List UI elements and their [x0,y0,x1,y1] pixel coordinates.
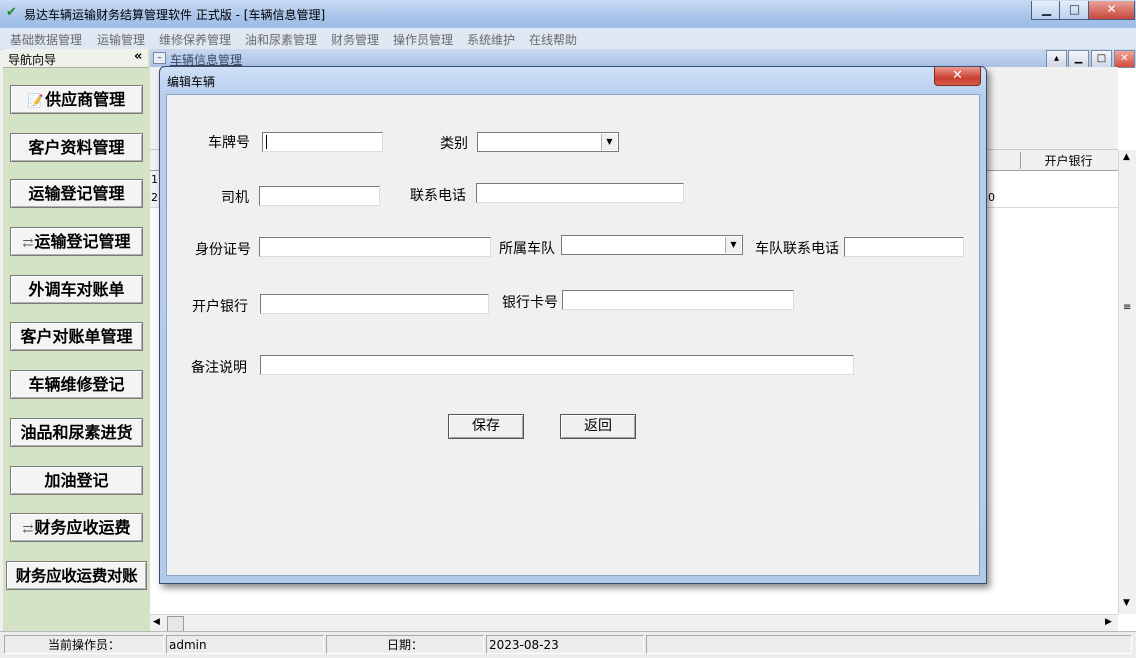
category-label: 类别 [440,136,468,152]
phone-input[interactable] [476,183,684,203]
app-check-icon: ✔ [6,5,17,20]
menu-bar: 基础数据管理 运输管理 维修保养管理 油和尿素管理 财务管理 操作员管理 系统维… [0,28,1136,50]
window-title: 易达车辆运输财务结算管理软件 正式版 - [车辆信息管理] [24,8,326,22]
nav-external-vehicle-button[interactable]: 外调车对账单 [10,275,143,304]
horizontal-scrollbar[interactable]: ◀ ▶ [150,614,1118,632]
plate-input[interactable] [262,132,383,152]
dropdown-arrow-icon[interactable]: ▼ [725,237,741,253]
child-title-bar: – 车辆信息管理 ▴ ▁ □ ✕ [150,49,1136,68]
date-value: 2023-08-23 [486,635,644,654]
nav-label: 财务应收运费 [34,518,131,537]
dialog-body: 车牌号 类别 ▼ 司机 联系电话 身份证号 所属车队 ▼ 车队联系电话 开户银行… [166,94,980,576]
vertical-scrollbar[interactable]: ▲ ≡ ▼ [1118,150,1136,614]
menu-basic-data[interactable]: 基础数据管理 [10,31,82,48]
date-label: 日期： [326,635,484,654]
scroll-grip-icon: ≡ [1123,302,1132,313]
scroll-left-icon[interactable]: ◀ [153,617,160,627]
bank-card-label: 银行卡号 [502,295,558,311]
nav-oil-purchase-button[interactable]: 油品和尿素进货 [10,418,143,447]
back-button[interactable]: 返回 [560,414,636,439]
status-bar: 当前操作员： admin 日期： 2023-08-23 [0,631,1136,658]
menu-operator[interactable]: 操作员管理 [393,31,453,48]
nav-customer-button[interactable]: 客户资料管理 [10,133,143,162]
row-cell: 0 [988,191,995,204]
nav-label: 加油登记 [44,471,109,490]
dialog-close-button[interactable]: ✕ [934,67,981,86]
bank-label: 开户银行 [192,299,248,315]
status-empty-panel [646,635,1132,654]
nav-receivable-button[interactable]: ⇄财务应收运费 [10,513,143,542]
nav-label: 运输登记管理 [28,184,125,203]
doc-pencil-icon: 📝 [27,94,45,109]
nav-vehicle-repair-button[interactable]: 车辆维修登记 [10,370,143,399]
nav-label: 客户资料管理 [28,138,125,157]
id-number-label: 身份证号 [195,242,251,258]
nav-label: 运输登记管理 [34,232,131,251]
nav-supplier-button[interactable]: 📝供应商管理 [10,85,143,114]
link-icon: ⇄ [22,236,34,251]
nav-label: 车辆维修登记 [28,375,125,394]
system-menu-icon[interactable]: – [153,52,166,64]
menu-finance[interactable]: 财务管理 [331,31,379,48]
nav-customer-statement-button[interactable]: 客户对账单管理 [10,322,143,351]
nav-label: 供应商管理 [45,90,126,109]
text-caret [266,135,267,149]
dialog-title: 编辑车辆 [167,75,216,89]
menu-oil-urea[interactable]: 油和尿素管理 [245,31,317,48]
menu-maintenance[interactable]: 维修保养管理 [159,31,231,48]
nav-label: 油品和尿素进货 [20,423,133,442]
menu-transport[interactable]: 运输管理 [97,31,145,48]
nav-receivable-statement-button[interactable]: 财务应收运费对账 [6,561,147,590]
maximize-button[interactable]: □ [1059,1,1090,20]
collapse-icon[interactable]: « [134,49,142,64]
save-button[interactable]: 保存 [448,414,524,439]
nav-label: 客户对账单管理 [20,327,133,346]
scroll-up-icon[interactable]: ▲ [1123,152,1130,162]
category-select[interactable]: ▼ [477,132,619,152]
menu-system[interactable]: 系统维护 [467,31,515,48]
operator-label: 当前操作员： [4,635,164,654]
nav-label: 财务应收运费对账 [15,566,138,585]
remark-input[interactable] [260,355,854,375]
driver-input[interactable] [259,186,380,206]
child-maximize-button[interactable]: □ [1091,50,1112,68]
fleet-phone-input[interactable] [844,237,964,257]
title-bar: ✔ 易达车辆运输财务结算管理软件 正式版 - [车辆信息管理] ▁ □ ✕ [0,0,1136,28]
nav-label: 外调车对账单 [28,280,125,299]
column-header-bank[interactable]: 开户银行 [1020,152,1116,169]
scroll-right-icon[interactable]: ▶ [1105,617,1112,627]
nav-header-title: 导航向导 [8,53,57,67]
minimize-button[interactable]: ▁ [1031,1,1062,20]
nav-transport-link-button[interactable]: ⇄运输登记管理 [10,227,143,256]
nav-refuel-button[interactable]: 加油登记 [10,466,143,495]
edit-vehicle-dialog: 编辑车辆 ✕ 车牌号 类别 ▼ 司机 联系电话 身份证号 所属车队 ▼ 车队联系… [159,66,987,584]
child-close-button[interactable]: ✕ [1114,50,1135,68]
menu-help[interactable]: 在线帮助 [529,31,577,48]
child-minimize-button[interactable]: ▴ [1046,50,1067,68]
operator-value: admin [166,635,324,654]
close-button[interactable]: ✕ [1088,1,1135,20]
link-icon: ⇄ [22,522,34,537]
remark-label: 备注说明 [191,360,247,376]
scroll-thumb[interactable] [167,616,184,632]
id-number-input[interactable] [259,237,491,257]
fleet-select[interactable]: ▼ [561,235,743,255]
child-restore-button[interactable]: ▁ [1068,50,1089,68]
dropdown-arrow-icon[interactable]: ▼ [601,134,617,150]
phone-label: 联系电话 [410,188,466,204]
scroll-down-icon[interactable]: ▼ [1123,598,1130,608]
plate-label: 车牌号 [208,135,250,151]
bank-card-input[interactable] [562,290,794,310]
fleet-label: 所属车队 [499,241,555,257]
driver-label: 司机 [221,190,249,206]
nav-header: 导航向导 « [3,49,148,68]
bank-input[interactable] [260,294,489,314]
fleet-phone-label: 车队联系电话 [755,241,839,257]
nav-transport-button[interactable]: 运输登记管理 [10,179,143,208]
